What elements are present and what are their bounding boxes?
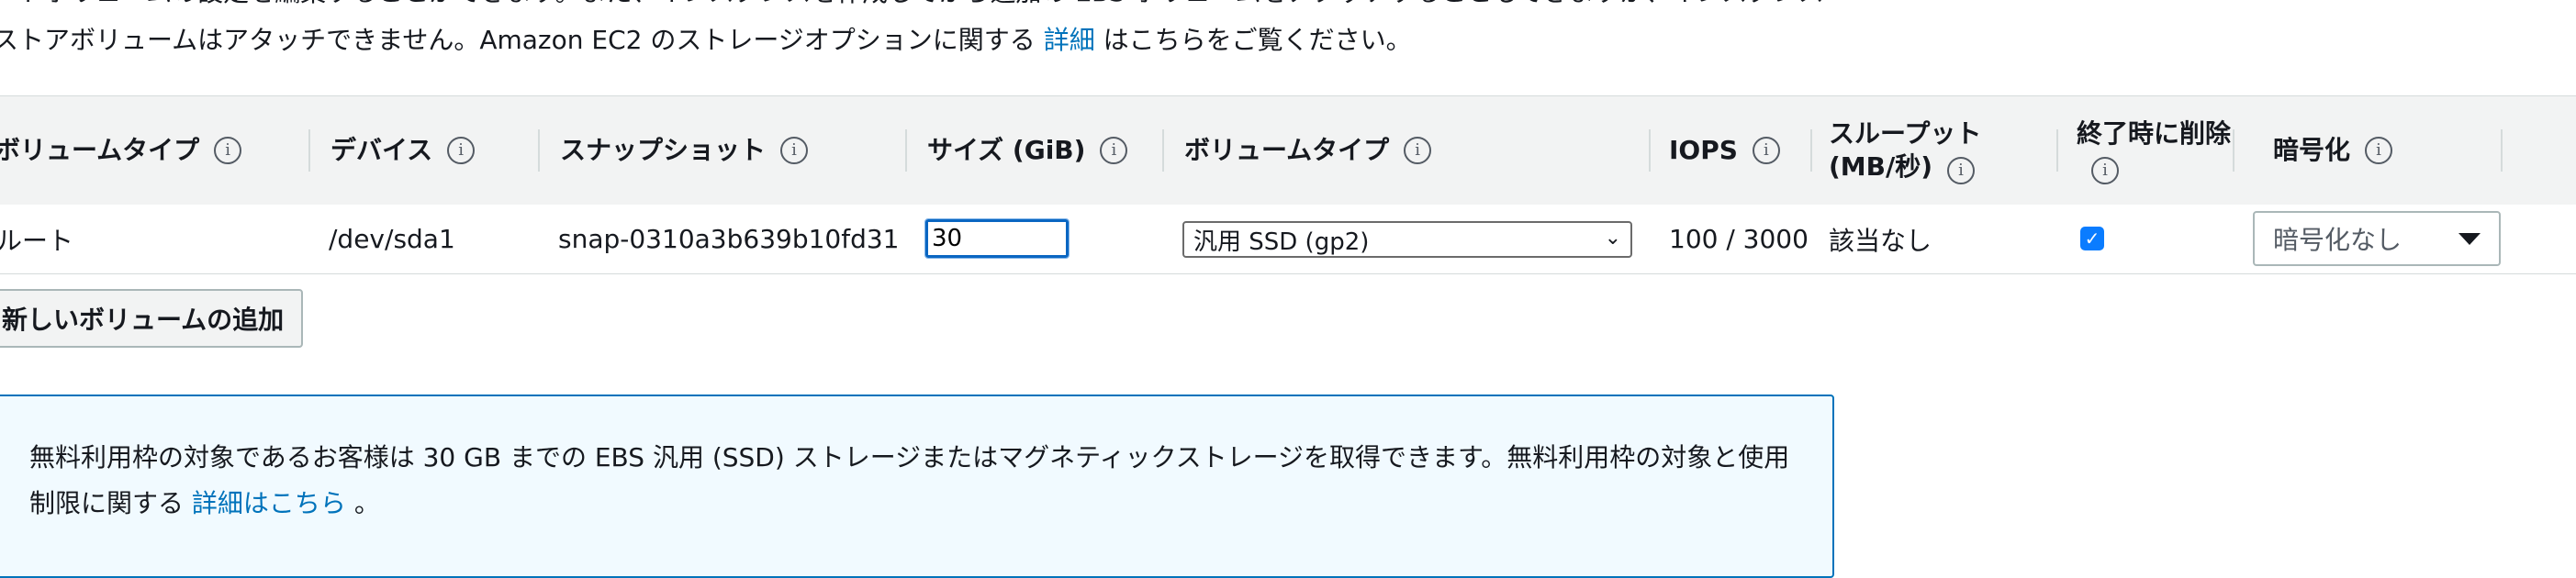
header-snapshot-label: スナップショット xyxy=(560,135,767,165)
info-icon[interactable]: i xyxy=(1404,137,1432,164)
chevron-down-icon: ⌄ xyxy=(1604,227,1621,250)
delete-on-termination-checkbox[interactable]: ✓ xyxy=(2080,227,2104,250)
free-tier-notice: 無料利用枠の対象であるお客様は 30 GB までの EBS 汎用 (SSD) ス… xyxy=(0,395,1834,578)
column-divider xyxy=(2501,129,2503,172)
info-icon[interactable]: i xyxy=(780,137,809,164)
cell-volume-type: ルート xyxy=(0,225,74,256)
column-divider xyxy=(2056,129,2058,172)
encryption-select-value: 暗号化なし xyxy=(2273,225,2402,255)
header-iops-label: IOPS xyxy=(1669,135,1738,165)
add-volume-button[interactable]: 新しいボリュームの追加 xyxy=(0,289,303,348)
encryption-select[interactable]: 暗号化なし xyxy=(2253,211,2501,266)
info-icon[interactable]: i xyxy=(1947,156,1976,184)
header-size: サイズ (GiB) i xyxy=(927,96,1128,205)
header-delete-label: 終了時に削除 i xyxy=(2077,117,2233,184)
checkmark-icon: ✓ xyxy=(2084,228,2100,250)
intro-line-2-prefix: ストアボリュームはアタッチできません。Amazon EC2 のストレージオプショ… xyxy=(0,25,1044,55)
header-volume-type-2: ボリュームタイプ i xyxy=(1184,96,1432,205)
learn-more-link[interactable]: 詳細はこちら xyxy=(192,488,346,518)
header-encryption: 暗号化 i xyxy=(2273,96,2393,205)
column-divider xyxy=(1649,129,1651,172)
info-icon[interactable]: i xyxy=(2091,156,2119,184)
caret-down-icon xyxy=(2458,233,2481,245)
column-divider xyxy=(2233,129,2234,172)
intro-line-2: ストアボリュームはアタッチできません。Amazon EC2 のストレージオプショ… xyxy=(0,17,2012,64)
header-throughput-label: スループット (MB/秒) i xyxy=(1829,117,2031,184)
header-delete-on-termination: 終了時に削除 i xyxy=(2077,96,2233,205)
intro-text: ートボリュームの設定を編集することができます。また、インスタンスを作成してから追… xyxy=(0,0,2012,64)
volume-table-header: ボリュームタイプ i デバイス i スナップショット i サイズ (GiB) i… xyxy=(0,95,2576,206)
notice-text: 無料利用枠の対象であるお客様は 30 GB までの EBS 汎用 (SSD) ス… xyxy=(29,435,1792,527)
size-input[interactable] xyxy=(924,218,1070,259)
header-snapshot: スナップショット i xyxy=(560,96,809,205)
header-delete-text: 終了時に削除 xyxy=(2077,117,2232,149)
info-icon[interactable]: i xyxy=(1100,137,1128,164)
header-volume-type-label: ボリュームタイプ xyxy=(0,135,200,165)
header-iops: IOPS i xyxy=(1669,96,1780,205)
column-divider xyxy=(905,129,907,172)
intro-line-2-suffix: はこちらをご覧ください。 xyxy=(1094,25,1412,55)
info-icon[interactable]: i xyxy=(447,137,476,164)
header-volume-type-2-label: ボリュームタイプ xyxy=(1184,135,1390,165)
intro-line-1: ートボリュームの設定を編集することができます。また、インスタンスを作成してから追… xyxy=(0,0,2012,17)
table-row: ルート /dev/sda1 snap-0310a3b639b10fd31 汎用 … xyxy=(0,205,2576,274)
cell-snapshot: snap-0310a3b639b10fd31 xyxy=(558,224,900,254)
details-link[interactable]: 詳細 xyxy=(1044,25,1095,55)
volume-type-select[interactable]: 汎用 SSD (gp2) ⌄ xyxy=(1182,221,1632,258)
column-divider xyxy=(308,129,310,172)
column-divider xyxy=(538,129,540,172)
header-device: デバイス i xyxy=(330,96,476,205)
header-device-label: デバイス xyxy=(330,135,433,165)
column-divider xyxy=(1810,129,1812,172)
cell-device: /dev/sda1 xyxy=(329,224,455,254)
header-encryption-label: 暗号化 xyxy=(2273,135,2351,165)
column-divider xyxy=(1162,129,1164,172)
cell-throughput: 該当なし xyxy=(1829,225,1932,256)
volume-type-select-value: 汎用 SSD (gp2) xyxy=(1193,228,1370,256)
info-icon[interactable]: i xyxy=(2365,137,2393,164)
notice-text-suffix: 。 xyxy=(345,488,380,518)
cell-iops: 100 / 3000 xyxy=(1669,224,1809,254)
info-icon[interactable]: i xyxy=(1752,137,1780,164)
info-icon[interactable]: i xyxy=(214,137,242,164)
header-size-label: サイズ (GiB) xyxy=(927,135,1086,165)
header-volume-type: ボリュームタイプ i xyxy=(0,96,242,205)
header-throughput: スループット (MB/秒) i xyxy=(1829,96,2031,205)
